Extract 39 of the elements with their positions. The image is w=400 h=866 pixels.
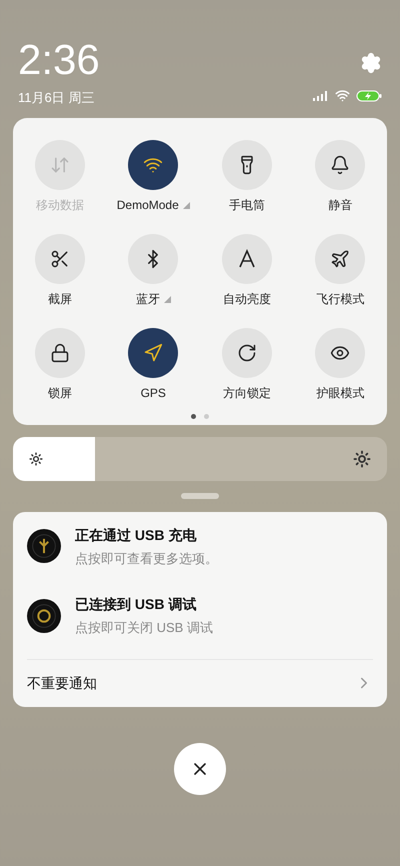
lock-icon bbox=[50, 342, 70, 362]
date-text: 11月6日 周三 bbox=[18, 89, 96, 107]
tile-label: 静音 bbox=[328, 196, 352, 214]
tile-label: GPS bbox=[140, 384, 166, 402]
tile-label: 自动亮度 bbox=[222, 290, 271, 308]
notification-title: 已连接到 USB 调试 bbox=[75, 595, 198, 614]
letter-a-icon bbox=[236, 248, 257, 268]
tile-label: 方向锁定 bbox=[222, 384, 271, 402]
tile-label: 移动数据 bbox=[36, 196, 84, 214]
tile-label: DemoMode bbox=[116, 196, 190, 214]
navigation-arrow-icon bbox=[143, 342, 164, 362]
low-brightness-icon bbox=[29, 452, 43, 466]
notification-item[interactable]: 已连接到 USB 调试 点按即可关闭 USB 调试 bbox=[27, 581, 373, 650]
notification-text: 点按即可查看更多选项。 bbox=[75, 550, 218, 568]
charging-app-icon bbox=[27, 529, 61, 564]
scissors-icon bbox=[50, 248, 70, 268]
tile-label: 手电筒 bbox=[228, 196, 265, 214]
close-button[interactable] bbox=[174, 742, 226, 794]
debug-app-icon bbox=[27, 598, 61, 633]
notification-title: 正在通过 USB 充电 bbox=[75, 526, 198, 544]
tile-label: 蓝牙 bbox=[136, 290, 171, 308]
airplane-icon bbox=[330, 248, 350, 268]
tile-label: 锁屏 bbox=[48, 384, 72, 402]
signal-icon bbox=[313, 90, 329, 100]
notification-item[interactable]: 正在通过 USB 充电 点按即可查看更多选项。 bbox=[27, 512, 373, 581]
tile-label: 截屏 bbox=[48, 290, 72, 308]
notification-text: 点按即可关闭 USB 调试 bbox=[75, 619, 213, 637]
clock-time: 2:36 bbox=[18, 38, 100, 82]
data-arrows-icon bbox=[50, 154, 70, 174]
rotate-icon bbox=[236, 342, 257, 362]
drag-handle[interactable] bbox=[181, 492, 219, 498]
high-brightness-icon bbox=[353, 450, 371, 468]
wifi-status-icon bbox=[335, 88, 350, 103]
tile-label: 飞行模式 bbox=[316, 290, 364, 308]
tile-label: 护眼模式 bbox=[316, 384, 364, 402]
battery-charging-icon bbox=[356, 90, 382, 102]
brightness-slider[interactable] bbox=[13, 436, 387, 480]
bell-icon bbox=[330, 154, 350, 174]
unimportant-notifications-link[interactable]: 不重要通知 bbox=[27, 672, 97, 694]
